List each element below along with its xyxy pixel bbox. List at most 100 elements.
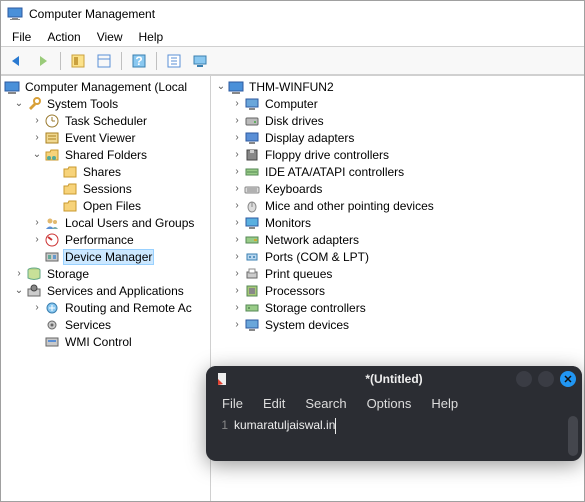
menu-file[interactable]: File xyxy=(5,28,38,46)
tree-wmi[interactable]: WMI Control xyxy=(1,333,210,350)
tree-event-viewer[interactable]: ›Event Viewer xyxy=(1,129,210,146)
editor-content: kumaratuljaiswal.in xyxy=(234,418,335,432)
services-icon xyxy=(26,283,42,299)
expand-icon[interactable]: › xyxy=(231,98,243,109)
tree-label: Services xyxy=(63,318,113,332)
expand-icon[interactable]: › xyxy=(231,302,243,313)
left-pane: Computer Management (Local ⌄ System Tool… xyxy=(1,76,211,501)
editor-scrollbar[interactable] xyxy=(568,416,578,456)
computer-icon xyxy=(228,79,244,95)
tree-label: Storage xyxy=(45,267,91,281)
tree-storage[interactable]: › Storage xyxy=(1,265,210,282)
expand-icon[interactable]: › xyxy=(231,217,243,228)
editor-menu-edit[interactable]: Edit xyxy=(255,394,293,413)
editor-title: *(Untitled) xyxy=(365,372,422,386)
expand-icon[interactable]: › xyxy=(231,268,243,279)
menu-action[interactable]: Action xyxy=(40,28,87,46)
expand-icon[interactable]: › xyxy=(231,149,243,160)
device-keyboards[interactable]: ›Keyboards xyxy=(211,180,584,197)
ide-ata-atapi-controllers-icon xyxy=(244,164,260,180)
device-storage-controllers[interactable]: ›Storage controllers xyxy=(211,299,584,316)
expand-icon[interactable]: › xyxy=(231,319,243,330)
menu-help[interactable]: Help xyxy=(132,28,171,46)
expand-icon[interactable]: › xyxy=(13,268,25,279)
maximize-button[interactable] xyxy=(538,371,554,387)
collapse-icon[interactable]: ⌄ xyxy=(13,285,25,296)
forward-button[interactable] xyxy=(31,50,55,72)
tree-system-tools[interactable]: ⌄ System Tools xyxy=(1,95,210,112)
device-processors[interactable]: › Processors xyxy=(211,282,584,299)
close-button[interactable]: ✕ xyxy=(560,371,576,387)
routing-icon xyxy=(44,300,60,316)
computer-icon xyxy=(244,96,260,112)
expand-icon[interactable]: › xyxy=(231,200,243,211)
expand-icon[interactable]: › xyxy=(231,132,243,143)
tree-local-users[interactable]: ›Local Users and Groups xyxy=(1,214,210,231)
show-hide-tree-button[interactable] xyxy=(66,50,90,72)
folder-icon xyxy=(62,181,78,197)
expand-icon[interactable]: › xyxy=(31,132,43,143)
clock-icon xyxy=(44,113,60,129)
tree-root[interactable]: Computer Management (Local xyxy=(1,78,210,95)
performance-icon xyxy=(44,232,60,248)
expand-icon[interactable]: › xyxy=(31,217,43,228)
expand-icon[interactable]: › xyxy=(31,234,43,245)
text-editor-window: *(Untitled) ✕ File Edit Search Options H… xyxy=(206,366,582,461)
collapse-icon[interactable]: ⌄ xyxy=(215,81,227,92)
tree-shares[interactable]: Shares xyxy=(1,163,210,180)
tree-label: System Tools xyxy=(45,97,120,111)
help-button[interactable]: ? xyxy=(127,50,151,72)
tree-shared-folders[interactable]: ⌄Shared Folders xyxy=(1,146,210,163)
toolbar: ? xyxy=(1,47,584,75)
editor-text[interactable]: kumaratuljaiswal.in xyxy=(234,418,336,434)
device-system-devices[interactable]: ›System devices xyxy=(211,316,584,333)
expand-icon[interactable]: › xyxy=(231,115,243,126)
expand-icon[interactable]: › xyxy=(31,302,43,313)
device-display-adapters[interactable]: › Display adapters xyxy=(211,129,584,146)
editor-menu-help[interactable]: Help xyxy=(423,394,466,413)
editor-menu-search[interactable]: Search xyxy=(297,394,354,413)
menu-view[interactable]: View xyxy=(90,28,130,46)
tree-label: Processors xyxy=(263,284,327,298)
tree-performance[interactable]: ›Performance xyxy=(1,231,210,248)
expand-icon[interactable]: › xyxy=(231,183,243,194)
scan-button[interactable] xyxy=(162,50,186,72)
expand-icon[interactable]: › xyxy=(231,251,243,262)
device-ports-com-lpt-[interactable]: ›Ports (COM & LPT) xyxy=(211,248,584,265)
back-button[interactable] xyxy=(5,50,29,72)
expand-icon[interactable]: › xyxy=(231,166,243,177)
device-network-adapters[interactable]: ›Network adapters xyxy=(211,231,584,248)
tree-label: Shares xyxy=(81,165,123,179)
properties-button[interactable] xyxy=(92,50,116,72)
device-monitors[interactable]: ›Monitors xyxy=(211,214,584,231)
editor-menu-file[interactable]: File xyxy=(214,394,251,413)
device-disk-drives[interactable]: ›Disk drives xyxy=(211,112,584,129)
editor-titlebar[interactable]: *(Untitled) ✕ xyxy=(206,366,582,392)
collapse-icon[interactable]: ⌄ xyxy=(31,149,43,160)
device-ide-ata-atapi-controllers[interactable]: ›IDE ATA/ATAPI controllers xyxy=(211,163,584,180)
display-adapters-icon xyxy=(244,130,260,146)
device-computer[interactable]: ›Computer xyxy=(211,95,584,112)
expand-icon[interactable]: › xyxy=(231,234,243,245)
text-cursor xyxy=(335,418,336,434)
svg-text:?: ? xyxy=(135,54,142,68)
device-root[interactable]: ⌄ THM-WINFUN2 xyxy=(211,78,584,95)
monitor-button[interactable] xyxy=(188,50,212,72)
device-mice-and-other-pointing-devices[interactable]: ›Mice and other pointing devices xyxy=(211,197,584,214)
expand-icon[interactable]: › xyxy=(231,285,243,296)
tree-sessions[interactable]: Sessions xyxy=(1,180,210,197)
tree-task-scheduler[interactable]: ›Task Scheduler xyxy=(1,112,210,129)
tree-label: Display adapters xyxy=(263,131,356,145)
tree-services-apps[interactable]: ⌄Services and Applications xyxy=(1,282,210,299)
minimize-button[interactable] xyxy=(516,371,532,387)
device-floppy-drive-controllers[interactable]: ›Floppy drive controllers xyxy=(211,146,584,163)
tree-device-manager[interactable]: Device Manager xyxy=(1,248,210,265)
tree-routing[interactable]: ›Routing and Remote Ac xyxy=(1,299,210,316)
collapse-icon[interactable]: ⌄ xyxy=(13,98,25,109)
tree-open-files[interactable]: Open Files xyxy=(1,197,210,214)
expand-icon[interactable]: › xyxy=(31,115,43,126)
editor-menu-options[interactable]: Options xyxy=(359,394,420,413)
device-print-queues[interactable]: ›Print queues xyxy=(211,265,584,282)
editor-body[interactable]: 1 kumaratuljaiswal.in xyxy=(206,414,582,438)
tree-services-item[interactable]: Services xyxy=(1,316,210,333)
